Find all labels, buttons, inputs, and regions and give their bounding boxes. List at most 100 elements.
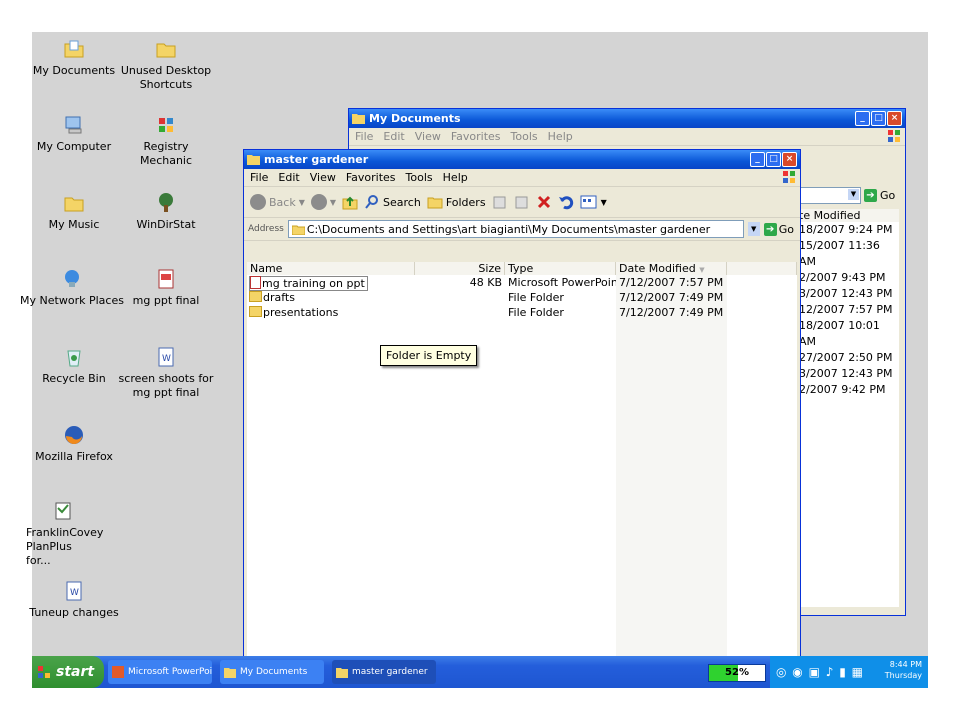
file-row-name[interactable]: drafts (249, 291, 413, 305)
desktop-icon-recycle-bin[interactable]: Recycle Bin (26, 346, 122, 386)
back-date-cell: 12/2007 7:57 PM (799, 303, 893, 316)
search-button[interactable]: Search (364, 194, 421, 210)
menu-file[interactable]: File (355, 128, 373, 145)
copy-to-icon[interactable] (514, 194, 530, 210)
chevron-down-icon[interactable]: ▼ (330, 198, 336, 207)
maximize-button[interactable]: □ (766, 152, 781, 167)
desktop-icon-unused-shortcuts[interactable]: Unused Desktop Shortcuts (118, 38, 214, 92)
menu-view[interactable]: View (415, 128, 441, 145)
clock[interactable]: 8:44 PM Thursday (885, 659, 922, 681)
firefox-icon (65, 426, 83, 444)
svg-text:W: W (162, 354, 171, 364)
folders-icon (427, 197, 443, 209)
file-row-size: 48 KB (469, 276, 502, 289)
desktop-icon-franklincovey[interactable]: FranklinCovey PlanPlus for... (26, 500, 103, 568)
chevron-down-icon[interactable]: ▼ (299, 198, 305, 207)
go-button[interactable]: ➔ Go (763, 222, 800, 236)
address-input[interactable]: C:\Documents and Settings\art biagianti\… (287, 220, 744, 238)
delete-icon[interactable] (536, 194, 552, 210)
go-arrow-icon: ➔ (763, 222, 777, 236)
views-icon (580, 195, 597, 209)
chevron-down-icon[interactable]: ▼ (747, 222, 760, 236)
menu-tools[interactable]: Tools (511, 128, 538, 145)
master-gardener-window[interactable]: master gardener _ □ × File Edit View Fav… (243, 149, 801, 660)
back-date-cell: 3/2007 12:43 PM (799, 287, 893, 300)
close-button[interactable]: × (782, 152, 797, 167)
go-arrow-icon[interactable]: ➔ (864, 188, 877, 202)
desktop-icon-mozilla-firefox[interactable]: Mozilla Firefox (26, 424, 122, 464)
desktop-icon-my-network-places[interactable]: My Network Places (20, 268, 124, 308)
back-date-cell: 15/2007 11:36 AM (799, 239, 880, 268)
file-row-name[interactable]: presentations (249, 306, 413, 320)
menu-help[interactable]: Help (548, 128, 573, 145)
undo-icon[interactable] (558, 194, 574, 210)
menu-file[interactable]: File (250, 169, 268, 186)
folder-icon (336, 668, 348, 678)
svg-text:W: W (70, 588, 79, 598)
views-button[interactable]: ▼ (580, 194, 607, 210)
desktop-icon-screen-shoots[interactable]: W screen shoots for mg ppt final (118, 346, 214, 400)
desktop: My Documents My Computer My Music My Net… (20, 32, 928, 660)
file-row-date: 7/12/2007 7:49 PM (619, 291, 724, 304)
start-button[interactable]: start (32, 656, 104, 688)
back-date-cell: 18/2007 9:24 PM (799, 223, 893, 236)
forward-button[interactable]: ▼ (310, 194, 336, 210)
back-arrow-icon (250, 194, 266, 210)
planner-icon (55, 502, 71, 520)
chevron-down-icon[interactable]: ▼ (848, 188, 859, 200)
folder-icon (352, 114, 365, 124)
system-tray: ◎ ◉ ▣ ♪ ▮ ▦ 8:44 PM Thursday (770, 656, 928, 688)
menu-help[interactable]: Help (443, 169, 468, 186)
desktop-icon-mg-ppt-final[interactable]: mg ppt final (118, 268, 214, 308)
minimize-button[interactable]: _ (750, 152, 765, 167)
column-header-type[interactable]: Type (505, 262, 616, 275)
file-row-name[interactable]: mg training on ppt (249, 276, 413, 291)
tray-icons[interactable]: ◎ ◉ ▣ ♪ ▮ ▦ (776, 665, 864, 679)
search-icon (365, 195, 379, 209)
folders-button[interactable]: Folders (427, 194, 486, 210)
desktop-icon-tuneup-changes[interactable]: W Tuneup changes (26, 580, 122, 620)
desktop-icon-my-computer[interactable]: My Computer (26, 114, 122, 154)
menu-edit[interactable]: Edit (383, 128, 404, 145)
desktop-icon-windirstat[interactable]: WinDirStat (118, 192, 214, 232)
menu-view[interactable]: View (310, 169, 336, 186)
back-address-go: ▼ ➔ Go (799, 185, 903, 205)
sort-arrow-icon: ▼ (699, 266, 705, 274)
folder-docs-icon (64, 40, 84, 58)
chevron-down-icon[interactable]: ▼ (601, 198, 607, 207)
back-address-box[interactable]: ▼ (799, 186, 861, 204)
column-header-size[interactable]: Size (415, 262, 505, 275)
menu-favorites[interactable]: Favorites (451, 128, 501, 145)
desktop-icon-my-documents[interactable]: My Documents (26, 38, 122, 78)
menu-favorites[interactable]: Favorites (346, 169, 396, 186)
column-header-name[interactable]: Name (247, 262, 415, 275)
move-to-icon[interactable] (492, 194, 508, 210)
taskbar-item-powerpoint[interactable]: Microsoft PowerPoin... (108, 660, 212, 684)
address-bar: Address C:\Documents and Settings\art bi… (244, 218, 800, 241)
my-documents-titlebar[interactable]: My Documents _ □ × (349, 109, 905, 128)
taskbar-item-my-documents[interactable]: My Documents (220, 660, 324, 684)
column-header-date-modified[interactable]: Date Modified ▼ (616, 262, 727, 275)
back-date-cell: 2/2007 9:42 PM (799, 383, 886, 396)
menu-tools[interactable]: Tools (406, 169, 433, 186)
folder-empty-tooltip: Folder is Empty (380, 345, 478, 366)
taskbar-item-master-gardener[interactable]: master gardener (332, 660, 436, 684)
master-gardener-titlebar[interactable]: master gardener _ □ × (244, 150, 800, 169)
go-button[interactable]: Go (880, 189, 895, 202)
word-file-icon: W (66, 581, 82, 601)
ppt-file-icon (250, 276, 261, 289)
ppt-file-icon (158, 269, 174, 289)
maximize-button[interactable]: □ (871, 111, 886, 126)
desktop-icon-my-music[interactable]: My Music (26, 192, 122, 232)
minimize-button[interactable]: _ (855, 111, 870, 126)
menu-edit[interactable]: Edit (278, 169, 299, 186)
back-button[interactable]: Back ▼ (250, 194, 305, 210)
up-folder-icon[interactable] (342, 194, 358, 210)
forward-arrow-icon (310, 194, 327, 210)
back-date-cell: 27/2007 2:50 PM (799, 351, 893, 364)
close-button[interactable]: × (887, 111, 902, 126)
folder-music-icon (64, 197, 84, 212)
file-list: Name Size Type Date Modified ▼ mg traini… (247, 262, 797, 656)
desktop-icon-registry-mechanic[interactable]: Registry Mechanic (118, 114, 214, 168)
date-modified-header[interactable]: te Modified (799, 209, 899, 222)
